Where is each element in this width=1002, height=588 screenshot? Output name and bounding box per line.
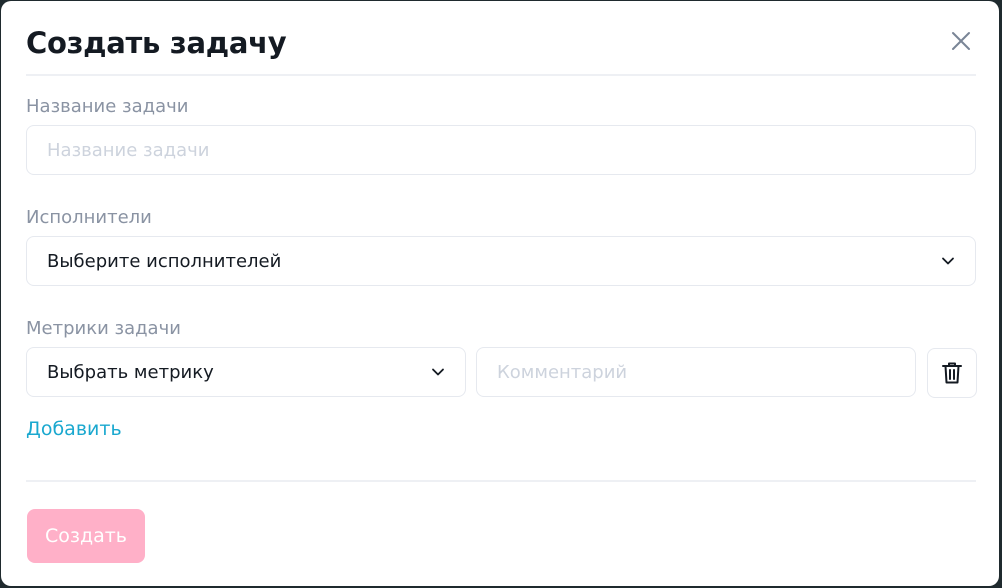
create-button[interactable]: Создать bbox=[27, 509, 145, 563]
create-task-modal: Создать задачу Название задачи Исполните… bbox=[1, 1, 999, 586]
close-icon bbox=[952, 32, 970, 50]
metric-select-value: Выбрать метрику bbox=[47, 361, 214, 383]
task-name-input[interactable] bbox=[26, 125, 976, 175]
metrics-label: Метрики задачи bbox=[26, 318, 181, 339]
metric-select[interactable]: Выбрать метрику bbox=[26, 347, 466, 397]
assignees-label: Исполнители bbox=[26, 207, 152, 228]
comment-input[interactable] bbox=[476, 347, 916, 397]
add-metric-link[interactable]: Добавить bbox=[26, 417, 122, 441]
delete-metric-button[interactable] bbox=[927, 348, 977, 398]
close-button[interactable] bbox=[946, 26, 976, 56]
chevron-down-icon bbox=[431, 365, 445, 379]
modal-title: Создать задачу bbox=[26, 26, 287, 60]
task-name-label: Название задачи bbox=[26, 96, 189, 117]
footer-divider bbox=[26, 480, 976, 482]
assignees-select-value: Выберите исполнителей bbox=[47, 250, 282, 272]
chevron-down-icon bbox=[941, 254, 955, 268]
header-divider bbox=[26, 74, 976, 76]
assignees-select[interactable]: Выберите исполнителей bbox=[26, 236, 976, 286]
trash-icon bbox=[942, 362, 962, 384]
